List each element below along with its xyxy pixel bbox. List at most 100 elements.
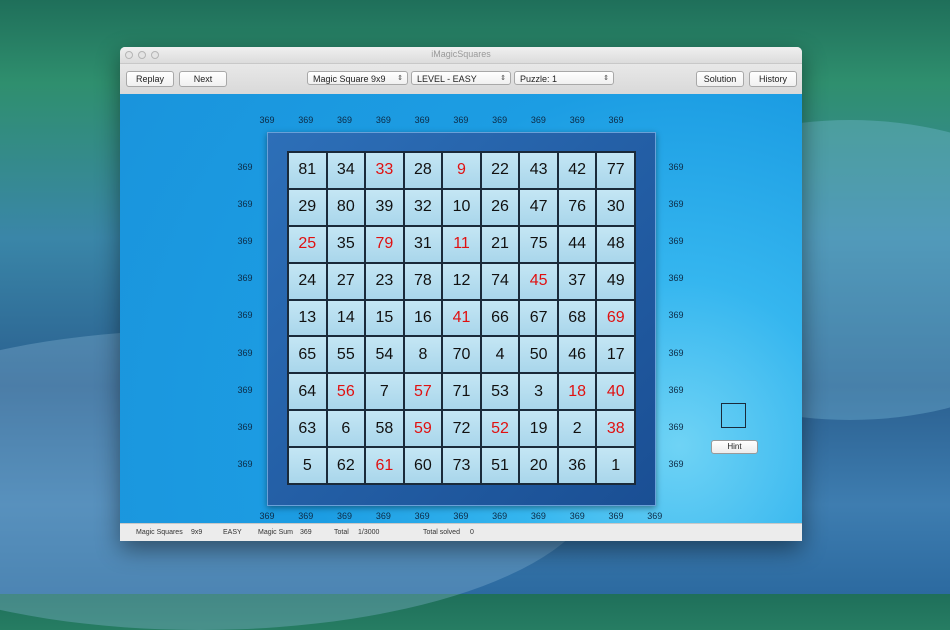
grid-cell[interactable]: 63 bbox=[288, 410, 327, 448]
sum-label: 369 bbox=[259, 511, 275, 521]
grid-cell[interactable]: 68 bbox=[557, 299, 597, 337]
grid-cell[interactable]: 16 bbox=[403, 299, 443, 337]
grid-cell[interactable]: 6 bbox=[326, 410, 366, 448]
grid-cell[interactable]: 30 bbox=[596, 188, 635, 226]
grid-cell[interactable]: 75 bbox=[519, 225, 558, 263]
grid-cell[interactable]: 42 bbox=[557, 152, 597, 189]
sum-label: 369 bbox=[668, 458, 684, 469]
status-solved-value: 0 bbox=[470, 529, 474, 536]
grid-cell[interactable]: 11 bbox=[442, 225, 481, 263]
grid-cell[interactable]: 50 bbox=[519, 336, 558, 374]
grid-cell[interactable]: 62 bbox=[326, 447, 366, 484]
history-button[interactable]: History bbox=[749, 71, 797, 87]
grid-cell[interactable]: 52 bbox=[480, 410, 520, 448]
grid-cell[interactable]: 39 bbox=[365, 188, 404, 226]
grid-cell[interactable]: 15 bbox=[365, 299, 404, 337]
grid-cell[interactable]: 9 bbox=[442, 152, 481, 189]
grid-cell[interactable]: 21 bbox=[480, 225, 520, 263]
sum-label: 369 bbox=[668, 236, 684, 247]
grid-cell[interactable]: 67 bbox=[519, 299, 558, 337]
grid-cell[interactable]: 56 bbox=[326, 373, 366, 411]
grid-cell[interactable]: 36 bbox=[557, 447, 597, 484]
grid-cell[interactable]: 44 bbox=[557, 225, 597, 263]
grid-cell[interactable]: 20 bbox=[519, 447, 558, 484]
hint-button[interactable]: Hint bbox=[711, 440, 758, 454]
grid-cell[interactable]: 40 bbox=[596, 373, 635, 411]
grid-cell[interactable]: 31 bbox=[403, 225, 443, 263]
grid-cell[interactable]: 2 bbox=[557, 410, 597, 448]
grid-cell[interactable]: 32 bbox=[403, 188, 443, 226]
grid-cell[interactable]: 19 bbox=[519, 410, 558, 448]
grid-cell[interactable]: 17 bbox=[596, 336, 635, 374]
grid-cell[interactable]: 12 bbox=[442, 262, 481, 300]
grid-cell[interactable]: 54 bbox=[365, 336, 404, 374]
grid-cell[interactable]: 73 bbox=[442, 447, 481, 484]
grid-cell[interactable]: 48 bbox=[596, 225, 635, 263]
select-arrows-icon: ⇕ bbox=[603, 75, 609, 82]
sum-label: 369 bbox=[237, 310, 253, 321]
grid-cell[interactable]: 22 bbox=[480, 152, 520, 189]
grid-cell[interactable]: 53 bbox=[480, 373, 520, 411]
grid-cell[interactable]: 34 bbox=[326, 152, 366, 189]
grid-cell[interactable]: 70 bbox=[442, 336, 481, 374]
level-select[interactable]: LEVEL - EASY ⇕ bbox=[411, 71, 511, 85]
sum-label: 369 bbox=[668, 421, 684, 432]
grid-cell[interactable]: 29 bbox=[288, 188, 327, 226]
grid-cell[interactable]: 10 bbox=[442, 188, 481, 226]
grid-cell[interactable]: 7 bbox=[365, 373, 404, 411]
grid-cell[interactable]: 61 bbox=[365, 447, 404, 484]
grid-cell[interactable]: 55 bbox=[326, 336, 366, 374]
grid-cell[interactable]: 78 bbox=[403, 262, 443, 300]
grid-cell[interactable]: 13 bbox=[288, 299, 327, 337]
grid-cell[interactable]: 27 bbox=[326, 262, 366, 300]
grid-cell[interactable]: 51 bbox=[480, 447, 520, 484]
grid-cell[interactable]: 24 bbox=[288, 262, 327, 300]
square-size-select[interactable]: Magic Square 9x9 ⇕ bbox=[307, 71, 408, 85]
grid-cell[interactable]: 41 bbox=[442, 299, 481, 337]
status-solved-label: Total solved bbox=[423, 529, 460, 536]
app-window: iMagicSquares Replay Next Magic Square 9… bbox=[120, 47, 802, 541]
grid-cell[interactable]: 81 bbox=[288, 152, 327, 189]
grid-cell[interactable]: 74 bbox=[480, 262, 520, 300]
grid-cell[interactable]: 80 bbox=[326, 188, 366, 226]
grid-cell[interactable]: 79 bbox=[365, 225, 404, 263]
grid-cell[interactable]: 14 bbox=[326, 299, 366, 337]
grid-cell[interactable]: 47 bbox=[519, 188, 558, 226]
grid-cell[interactable]: 49 bbox=[596, 262, 635, 300]
grid-cell[interactable]: 38 bbox=[596, 410, 635, 448]
grid-cell[interactable]: 28 bbox=[403, 152, 443, 189]
grid-cell[interactable]: 8 bbox=[403, 336, 443, 374]
grid-cell[interactable]: 25 bbox=[288, 225, 327, 263]
grid-cell[interactable]: 33 bbox=[365, 152, 404, 189]
solution-button[interactable]: Solution bbox=[696, 71, 744, 87]
grid-cell[interactable]: 65 bbox=[288, 336, 327, 374]
grid-cell[interactable]: 18 bbox=[557, 373, 597, 411]
grid-cell[interactable]: 43 bbox=[519, 152, 558, 189]
grid-cell[interactable]: 77 bbox=[596, 152, 635, 189]
grid-cell[interactable]: 69 bbox=[596, 299, 635, 337]
grid-cell[interactable]: 57 bbox=[403, 373, 443, 411]
grid-cell[interactable]: 1 bbox=[596, 447, 635, 484]
grid-cell[interactable]: 59 bbox=[403, 410, 443, 448]
grid-cell[interactable]: 35 bbox=[326, 225, 366, 263]
grid-cell[interactable]: 60 bbox=[403, 447, 443, 484]
puzzle-select[interactable]: Puzzle: 1 ⇕ bbox=[514, 71, 614, 85]
grid-cell[interactable]: 45 bbox=[519, 262, 558, 300]
grid-cell[interactable]: 64 bbox=[288, 373, 327, 411]
grid-cell[interactable]: 76 bbox=[557, 188, 597, 226]
grid-cell[interactable]: 37 bbox=[557, 262, 597, 300]
next-button[interactable]: Next bbox=[179, 71, 227, 87]
grid-cell[interactable]: 4 bbox=[480, 336, 520, 374]
sum-label: 369 bbox=[668, 273, 684, 284]
sum-label: 369 bbox=[298, 115, 314, 125]
grid-cell[interactable]: 72 bbox=[442, 410, 481, 448]
replay-button[interactable]: Replay bbox=[126, 71, 174, 87]
grid-cell[interactable]: 58 bbox=[365, 410, 404, 448]
grid-cell[interactable]: 46 bbox=[557, 336, 597, 374]
grid-cell[interactable]: 71 bbox=[442, 373, 481, 411]
grid-cell[interactable]: 66 bbox=[480, 299, 520, 337]
grid-cell[interactable]: 3 bbox=[519, 373, 558, 411]
grid-cell[interactable]: 26 bbox=[480, 188, 520, 226]
grid-cell[interactable]: 23 bbox=[365, 262, 404, 300]
grid-cell[interactable]: 5 bbox=[288, 447, 327, 484]
